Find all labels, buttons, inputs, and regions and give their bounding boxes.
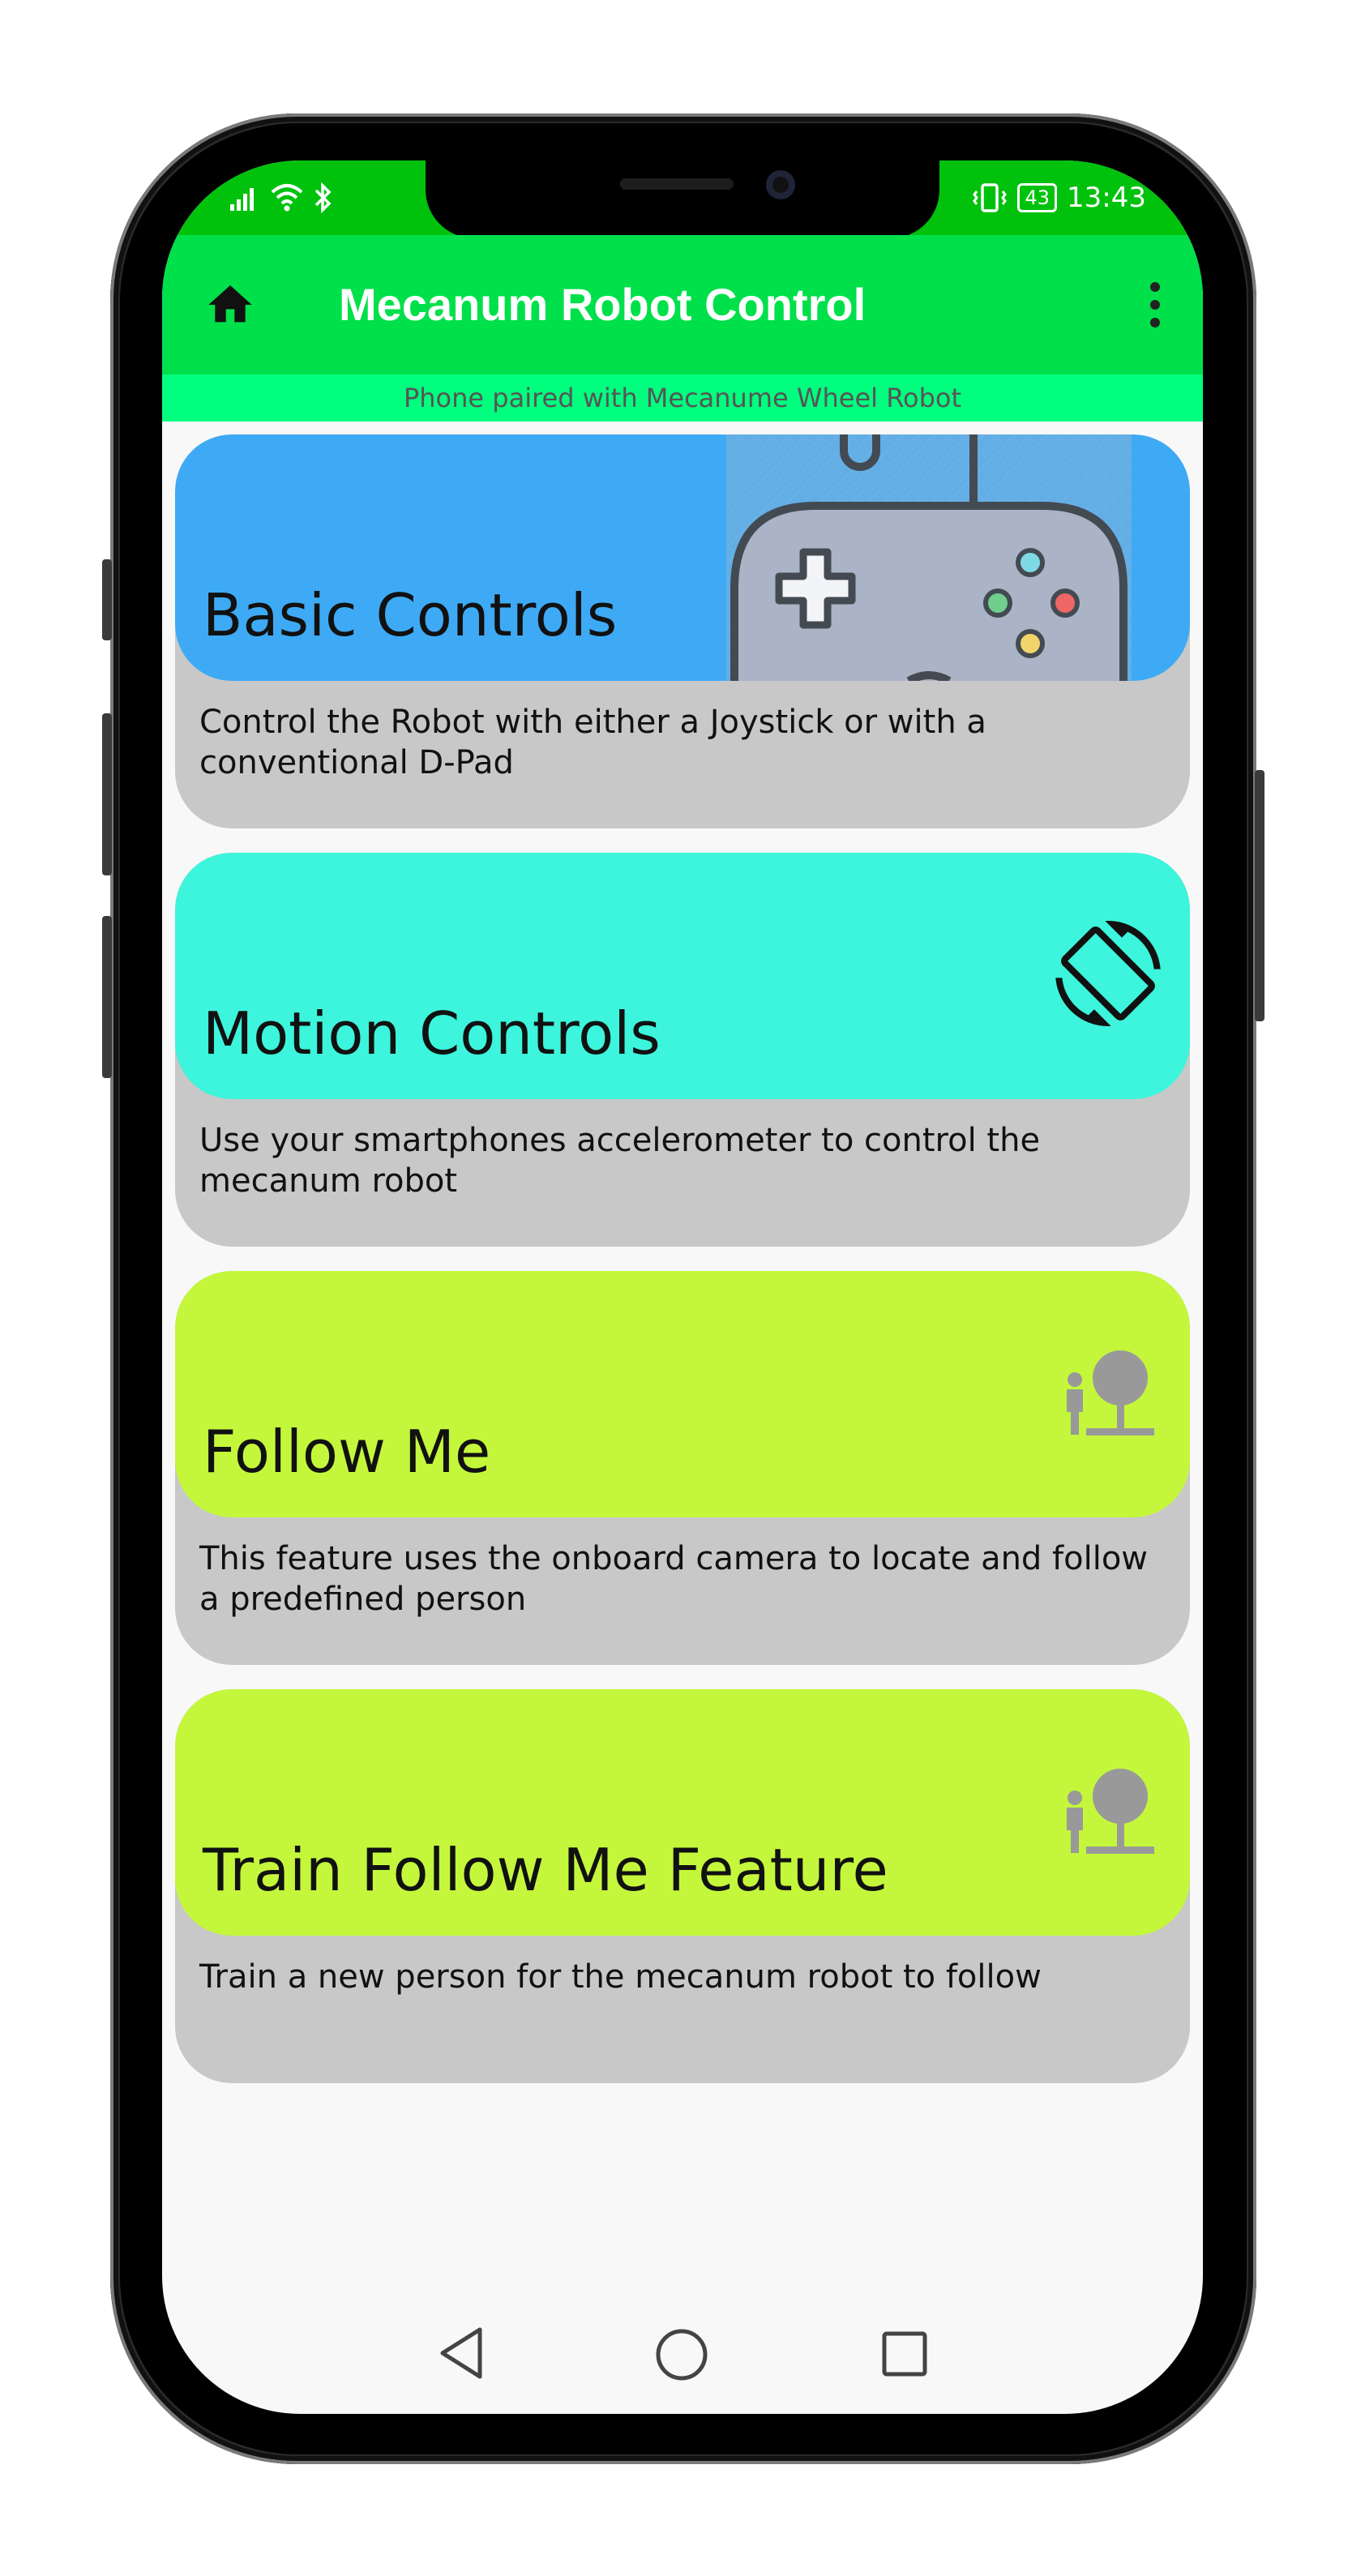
card-basic-controls[interactable]: Basic Controls Control the Robot with ei… — [175, 434, 1190, 828]
card-header: Train Follow Me Feature — [175, 1689, 1190, 1936]
card-description: Train a new person for the mecanum robot… — [199, 1958, 1042, 1996]
battery-indicator: 43 — [1017, 183, 1058, 212]
app-title: Mecanum Robot Control — [339, 279, 866, 330]
card-header: Motion Controls — [175, 853, 1190, 1099]
front-camera — [766, 170, 795, 199]
card-follow-me[interactable]: Follow Me This feature uses the onboard … — [175, 1271, 1190, 1665]
back-triangle-icon[interactable] — [436, 2325, 486, 2381]
phone-screen: 43 13:43 Mecanum Robot Control Phone pai… — [162, 160, 1203, 2414]
card-title: Basic Controls — [203, 581, 618, 649]
status-icons-left — [229, 178, 334, 217]
status-bar: 43 13:43 — [162, 160, 1203, 238]
card-title: Motion Controls — [203, 999, 661, 1068]
card-header: Follow Me — [175, 1271, 1190, 1517]
card-header: Basic Controls — [175, 434, 1190, 681]
screen-rotation-icon — [1055, 921, 1161, 1026]
more-vert-icon[interactable] — [1143, 282, 1167, 331]
vibrate-icon — [973, 183, 1008, 212]
volume-up-button — [102, 713, 112, 875]
app-bar: Mecanum Robot Control — [162, 235, 1203, 374]
card-title: Follow Me — [203, 1418, 491, 1486]
home-circle-icon[interactable] — [653, 2326, 710, 2383]
clock: 13:43 — [1067, 182, 1146, 214]
card-description: Control the Robot with either a Joystick… — [199, 704, 986, 781]
pair-status-banner: Phone paired with Mecanume Wheel Robot — [162, 374, 1203, 421]
bluetooth-icon — [315, 182, 332, 214]
card-title: Train Follow Me Feature — [203, 1836, 888, 1904]
signal-icon — [230, 188, 254, 211]
card-description: This feature uses the onboard camera to … — [199, 1540, 1148, 1618]
power-button — [1255, 770, 1264, 1021]
card-motion-controls[interactable]: Motion Controls Use your smartphones acc… — [175, 853, 1190, 1247]
camera-notch — [426, 160, 939, 238]
person-follow-icon — [1067, 1350, 1154, 1436]
home-icon[interactable] — [204, 279, 256, 331]
status-icons-right: 43 13:43 — [972, 175, 1146, 220]
wifi-icon — [271, 184, 303, 212]
recents-square-icon[interactable] — [880, 2330, 929, 2378]
earpiece-speaker — [620, 178, 734, 190]
silent-switch — [102, 559, 112, 640]
card-train-follow-me[interactable]: Train Follow Me Feature Train a new pers… — [175, 1689, 1190, 2083]
person-follow-icon — [1067, 1769, 1154, 1854]
card-description: Use your smartphones accelerometer to co… — [199, 1122, 1041, 1200]
gamepad-icon — [726, 434, 1132, 681]
volume-down-button — [102, 916, 112, 1078]
